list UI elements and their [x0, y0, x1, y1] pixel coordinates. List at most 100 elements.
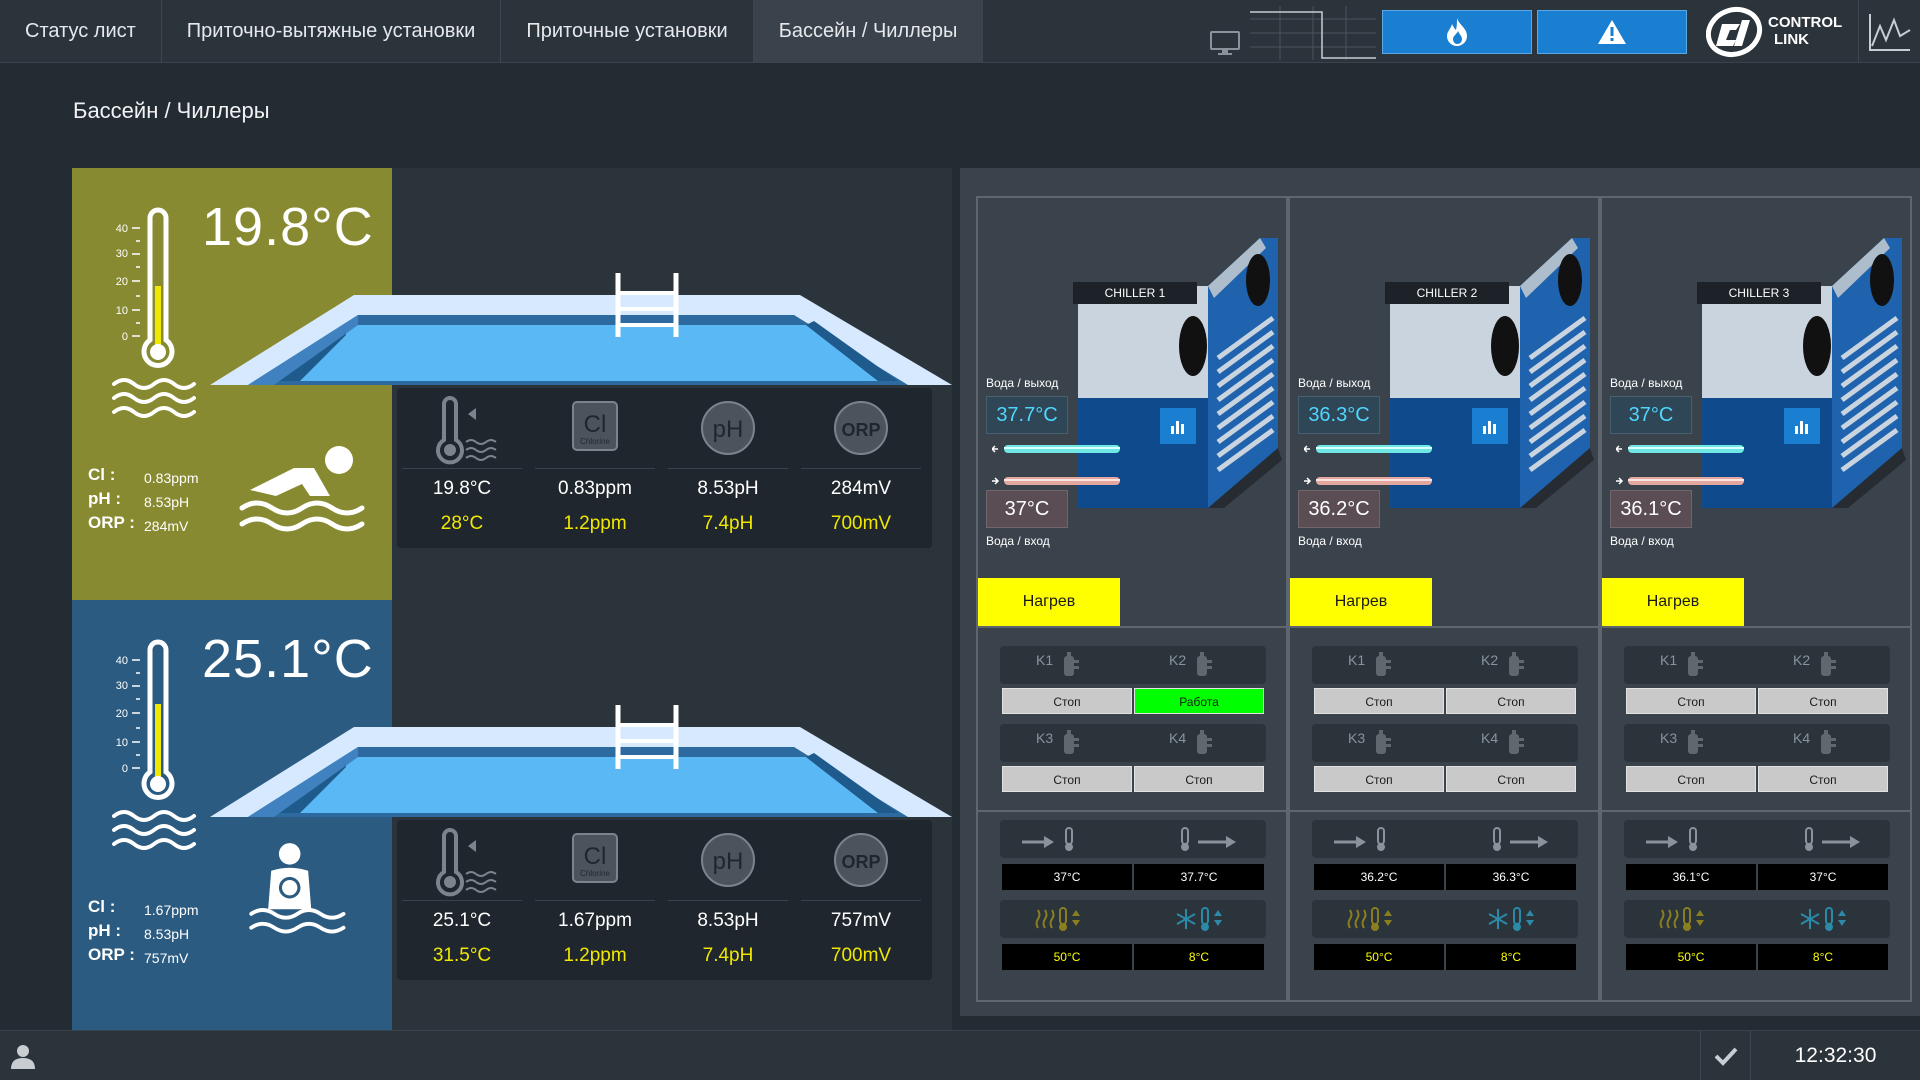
outlet-temperature-icon	[1805, 827, 1860, 851]
svg-text:30: 30	[116, 248, 128, 260]
compressors: K1 K2 Стоп Стоп K3 K4 Стоп Стоп	[1602, 630, 1910, 812]
ph-actual: 8.53pH	[697, 478, 759, 499]
orp-icon: ORP	[834, 833, 888, 887]
fire-alarm-button[interactable]	[1382, 10, 1532, 54]
compressor-icon	[1688, 652, 1703, 676]
tab-supply-units[interactable]: Приточные установки	[501, 0, 754, 63]
svg-text:ORP: ORP	[841, 852, 880, 872]
bar-chart-icon	[1795, 421, 1808, 434]
stat-temperature: 19.8°C 28°C	[397, 388, 527, 548]
outlet-temperature: 37°C	[1758, 864, 1888, 890]
compressor-label: K3	[1348, 730, 1366, 746]
cooling-setpoint: 8°C	[1134, 944, 1264, 970]
chiller-trend-button[interactable]	[1472, 408, 1508, 444]
svg-text:Cl: Cl	[584, 843, 607, 870]
chem-values: 1.67ppm 8.53pH 757mV	[144, 902, 199, 966]
svg-text:0: 0	[122, 763, 128, 775]
separator	[668, 468, 788, 469]
user-icon[interactable]	[10, 1043, 36, 1069]
compressor-label: K3	[1660, 730, 1678, 746]
heating-setpoint: 50°C	[1626, 944, 1756, 970]
svg-text:ORP: ORP	[841, 420, 880, 440]
compressor-row: K1 K2	[1000, 646, 1266, 684]
compressor-row: K1 K2	[1312, 646, 1578, 684]
separator	[801, 900, 921, 901]
tab-status-list[interactable]: Статус лист	[0, 0, 162, 63]
compressor-row: K3 K4	[1000, 724, 1266, 762]
chiller-overview: CHILLER 1 Вода / выход 37.7°C 37°C Вода …	[978, 198, 1286, 628]
compressor-icon	[1064, 730, 1079, 754]
chlorine-actual: 1.67ppm	[558, 910, 632, 931]
warning-button[interactable]	[1537, 10, 1687, 54]
check-icon	[1714, 1047, 1737, 1066]
operating-mode: Нагрев	[978, 578, 1120, 626]
ph-setpoint: 7.4pH	[702, 513, 754, 534]
chlorine-setpoint: 1.2ppm	[563, 513, 627, 534]
temperature-actual: 25.1°C	[432, 910, 492, 931]
compressor-label: K2	[1169, 652, 1187, 668]
chiller-unit-image	[1702, 238, 1906, 508]
monitor-icon[interactable]	[1210, 30, 1240, 56]
chiller-name: CHILLER 3	[1697, 282, 1821, 304]
compressor-3: K3	[1312, 724, 1445, 762]
top-bar: Статус лист Приточно-вытяжные установки …	[0, 0, 1920, 63]
svg-text:Chlorine: Chlorine	[580, 869, 610, 878]
pool-panel-1: 40 30 20 10 0 19.8°C Cl : pH : ORP : 0.83ppm 8.…	[72, 168, 952, 600]
water-out-label: Вода / выход	[986, 376, 1059, 390]
compressor-label: K1	[1660, 652, 1678, 668]
operating-mode: Нагрев	[1290, 578, 1432, 626]
compressor-icon	[1376, 652, 1391, 676]
water-in-label: Вода / вход	[1298, 534, 1362, 548]
compressor-status: Стоп	[1626, 688, 1756, 714]
cooling-setpoint-icon	[1488, 907, 1534, 931]
compressor-label: K1	[1036, 652, 1054, 668]
flow-temperature-row	[1312, 820, 1578, 858]
chiller-temperatures: 36.2°C 36.3°C 50°C 8°C	[1290, 814, 1598, 1000]
chlorine-actual: 0.83ppm	[558, 478, 632, 499]
chiller-trend-button[interactable]	[1160, 408, 1196, 444]
heating-setpoint: 50°C	[1002, 944, 1132, 970]
compressor-label: K2	[1793, 652, 1811, 668]
thermometer-icon: 40 30 20 10 0	[116, 639, 175, 800]
orp-setpoint: 700mV	[830, 945, 892, 966]
water-out-temperature: 36.3°C	[1298, 396, 1380, 434]
separator	[801, 468, 921, 469]
chem-labels: Cl : pH : ORP :	[88, 465, 135, 532]
water-temperature: 19.8°C	[202, 197, 374, 257]
compressor-status: Стоп	[1446, 688, 1576, 714]
inlet-pipe-icon	[1304, 477, 1432, 485]
compressor-status: Стоп	[1314, 688, 1444, 714]
ph-icon: pH	[701, 833, 755, 887]
setpoint-row	[1624, 900, 1890, 938]
compressor-icon	[1509, 730, 1524, 754]
separator	[402, 900, 522, 901]
compressors: K1 K2 Стоп Стоп K3 K4 Стоп Стоп	[1290, 630, 1598, 812]
inlet-temperature: 37°C	[1002, 864, 1132, 890]
compressor-status: Работа	[1134, 688, 1264, 714]
heating-setpoint-icon	[1347, 907, 1392, 931]
tab-supply-exhaust-units[interactable]: Приточно-вытяжные установки	[162, 0, 502, 63]
chlorine-icon: Cl Chlorine	[572, 401, 618, 451]
compressor-4: K4	[1757, 724, 1890, 762]
trend-button[interactable]	[1858, 0, 1920, 63]
inlet-pipe-icon	[992, 477, 1120, 485]
bar-chart-icon	[1483, 421, 1496, 434]
chiller-trend-button[interactable]	[1784, 408, 1820, 444]
outlet-pipe-icon	[1616, 445, 1744, 453]
acknowledge-button[interactable]	[1700, 1031, 1750, 1080]
chiller-temperatures: 36.1°C 37°C 50°C 8°C	[1602, 814, 1910, 1000]
outlet-temperature: 36.3°C	[1446, 864, 1576, 890]
orp-setpoint: 700mV	[830, 513, 892, 534]
svg-text:0: 0	[122, 331, 128, 343]
stat-orp: ORP 757mV 700mV	[796, 820, 926, 980]
stat-chlorine: Cl Chlorine 0.83ppm 1.2ppm	[530, 388, 660, 548]
flow-temperature-row	[1000, 820, 1266, 858]
heating-setpoint-icon	[1035, 907, 1080, 931]
tab-pool-chillers[interactable]: Бассейн / Чиллеры	[753, 0, 984, 63]
svg-text:20: 20	[116, 708, 128, 720]
compressor-2: K2	[1757, 646, 1890, 684]
chiller-unit-image	[1390, 238, 1594, 508]
compressor-3: K3	[1624, 724, 1757, 762]
compressor-icon	[1064, 652, 1079, 676]
chem-labels: Cl : pH : ORP :	[88, 897, 135, 964]
